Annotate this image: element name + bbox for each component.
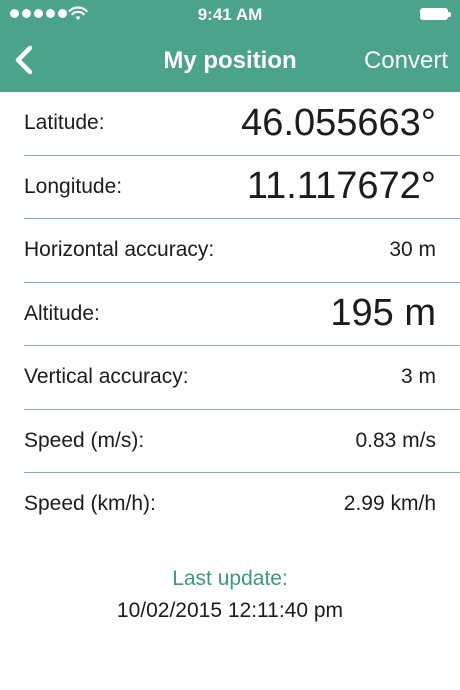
status-bar: 9:41 AM bbox=[0, 0, 460, 30]
horizontal-accuracy-label: Horizontal accuracy: bbox=[24, 238, 215, 262]
longitude-label: Longitude: bbox=[24, 174, 123, 198]
latitude-label: Latitude: bbox=[24, 111, 105, 135]
last-update-label: Last update: bbox=[172, 567, 288, 590]
row-speed-kmh: Speed (km/h): 2.99 km/h bbox=[24, 473, 460, 536]
row-horizontal-accuracy: Horizontal accuracy: 30 m bbox=[24, 219, 460, 283]
row-latitude: Latitude: 46.055663° bbox=[24, 92, 460, 156]
status-time: 9:41 AM bbox=[197, 5, 263, 24]
navigation-bar: 9:41 AM My position Convert bbox=[0, 0, 460, 92]
vertical-accuracy-value: 3 m bbox=[400, 365, 436, 389]
altitude-value: 195 m bbox=[330, 292, 436, 335]
speed-ms-value: 0.83 m/s bbox=[355, 428, 436, 452]
latitude-value: 46.055663° bbox=[241, 101, 436, 144]
position-list: Latitude: 46.055663° Longitude: 11.11767… bbox=[0, 92, 460, 536]
speed-kmh-label: Speed (km/h): bbox=[24, 492, 156, 516]
last-update: Last update: 10/02/2015 12:11:40 pm bbox=[0, 567, 460, 623]
speed-kmh-value: 2.99 km/h bbox=[343, 492, 436, 516]
convert-button[interactable]: Convert bbox=[364, 47, 448, 75]
horizontal-accuracy-value: 30 m bbox=[389, 238, 436, 262]
speed-ms-label: Speed (m/s): bbox=[24, 428, 145, 452]
last-update-value: 10/02/2015 12:11:40 pm bbox=[116, 599, 344, 622]
row-speed-ms: Speed (m/s): 0.83 m/s bbox=[24, 410, 460, 473]
row-longitude: Longitude: 11.117672° bbox=[24, 156, 460, 219]
battery-icon bbox=[420, 8, 451, 20]
row-vertical-accuracy: Vertical accuracy: 3 m bbox=[24, 346, 460, 410]
vertical-accuracy-label: Vertical accuracy: bbox=[24, 365, 189, 389]
altitude-label: Altitude: bbox=[24, 301, 100, 325]
longitude-value: 11.117672° bbox=[246, 165, 436, 208]
row-altitude: Altitude: 195 m bbox=[24, 283, 460, 346]
